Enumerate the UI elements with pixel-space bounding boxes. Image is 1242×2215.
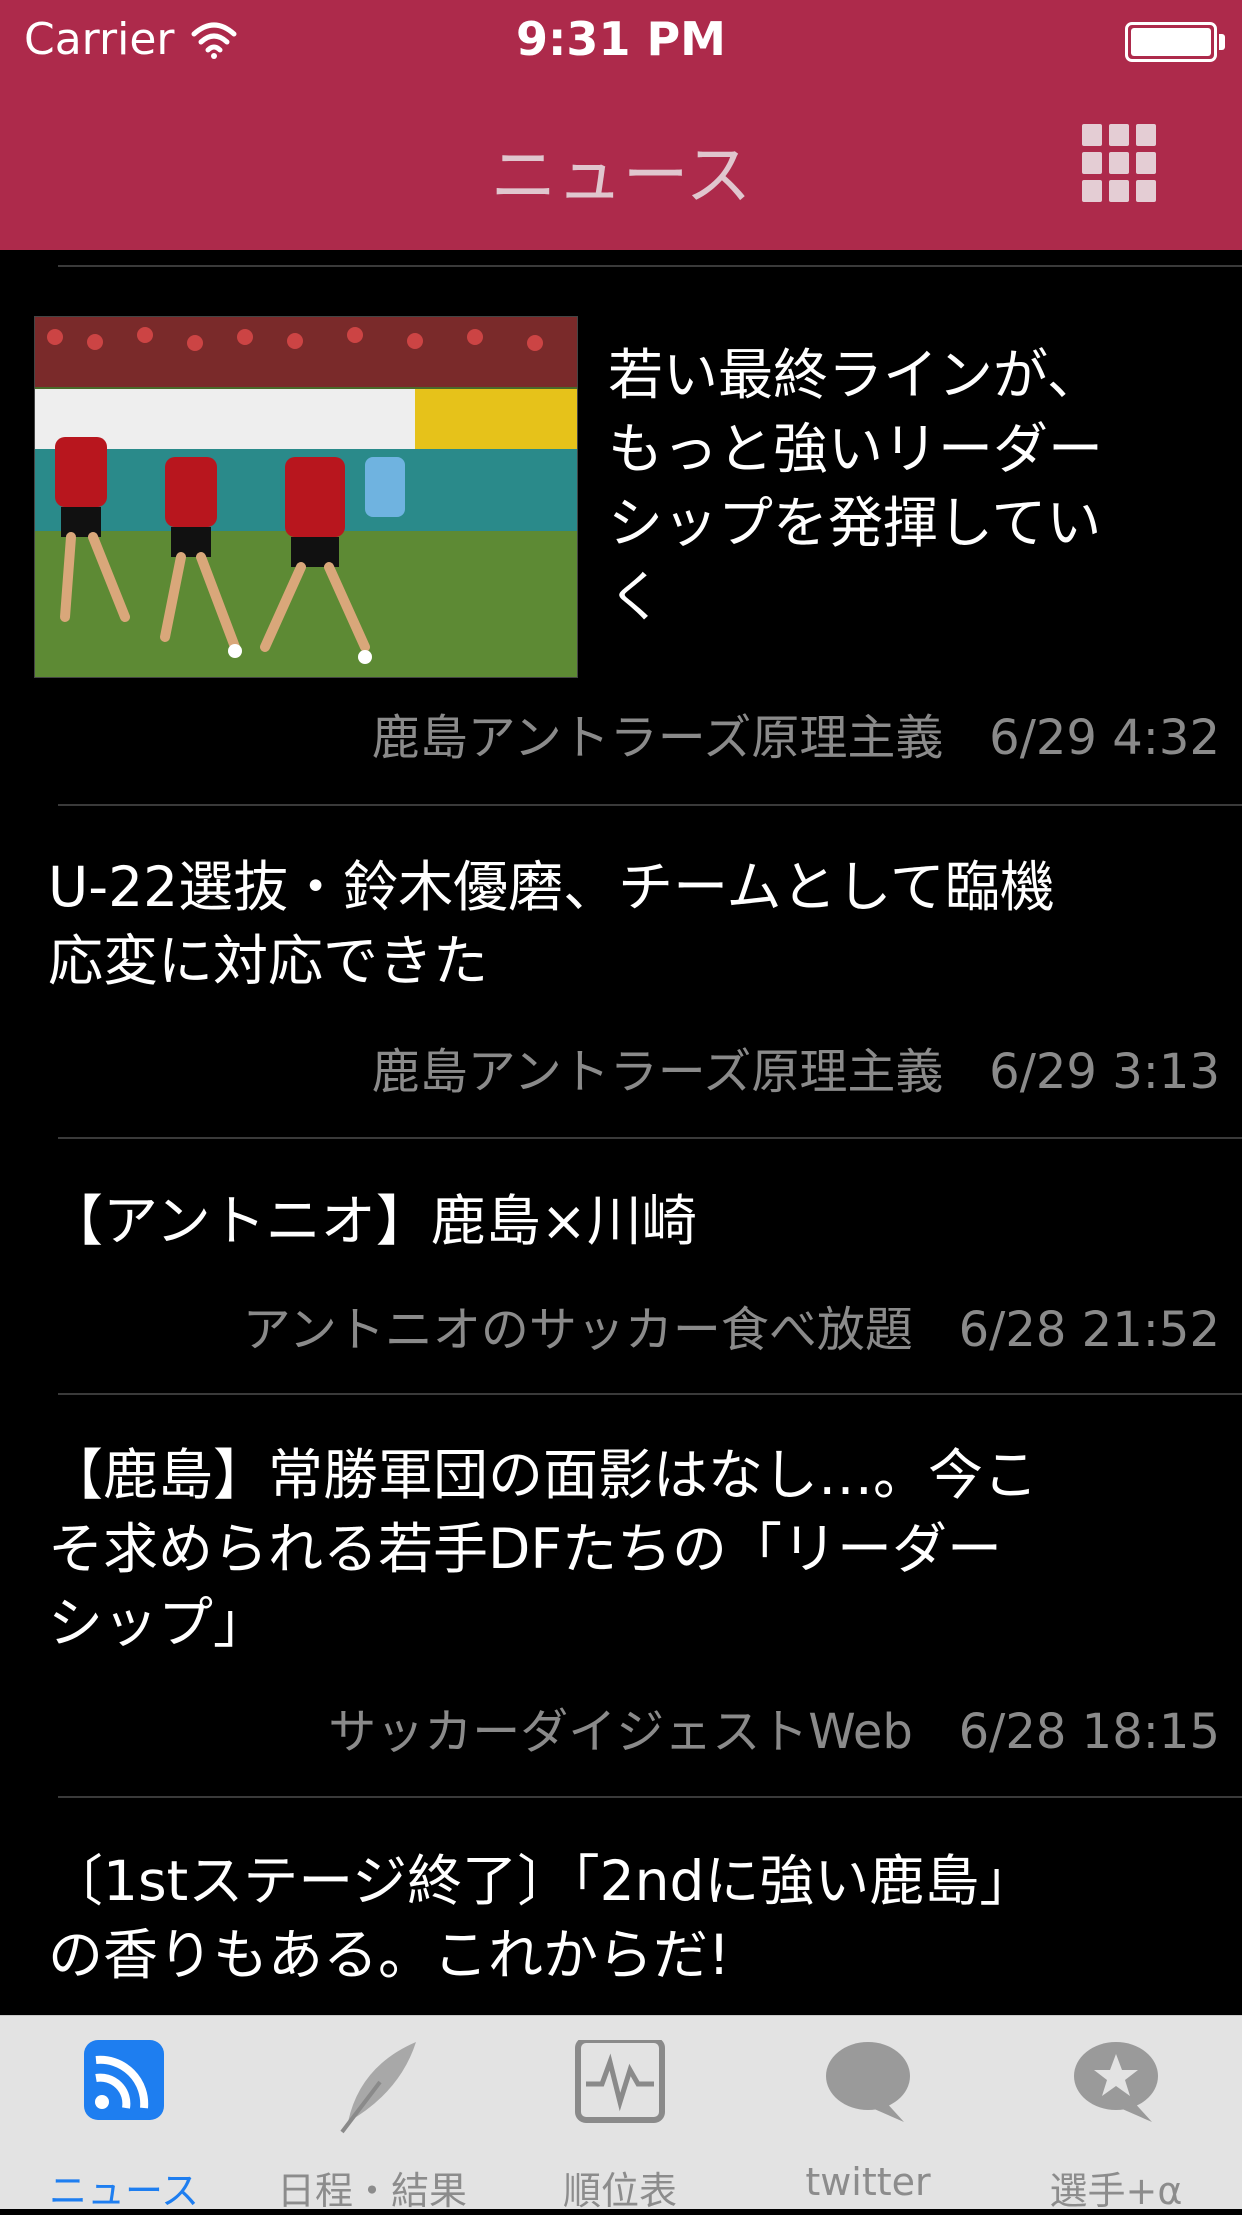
speech-bubble-icon (826, 2042, 910, 2122)
tab-twitter[interactable]: twitter (744, 2016, 992, 2209)
tab-news[interactable]: ニュース (0, 2016, 248, 2213)
article-title[interactable]: 【鹿島】常勝軍団の面影はなし…。今こ そ求められる若手DFたちの「リーダー シッ… (48, 1438, 1228, 1660)
soccer-photo (35, 317, 577, 677)
article-title[interactable]: 〔1stステージ終了〕「2ndに強い鹿島」 の香りもある。これからだ! (48, 1844, 1228, 1992)
article-date: 6/29 4:32 (989, 710, 1220, 766)
tab-players[interactable]: 選手+α (992, 2016, 1240, 2213)
navigation-header: Carrier 9:31 PM ニュース (0, 0, 1242, 250)
battery-tip (1219, 34, 1225, 50)
news-feed[interactable]: 若い最終ラインが、 もっと強いリーダー シップを発揮してい く 鹿島アントラーズ… (0, 250, 1242, 2015)
star-bubble-icon (1074, 2042, 1158, 2122)
tab-schedule[interactable]: 日程・結果 (248, 2016, 496, 2213)
article-date: 6/28 21:52 (958, 1302, 1220, 1358)
tab-standings[interactable]: 順位表 (496, 2016, 744, 2213)
tab-label: ニュース (48, 2169, 200, 2213)
article-title[interactable]: U-22選抜・鈴木優磨、チームとして臨機 応変に対応できた (48, 850, 1228, 998)
tab-label: twitter (805, 2160, 931, 2204)
article-meta: サッカーダイジェストWeb 6/28 18:15 (328, 1692, 1220, 1762)
chart-icon (575, 2040, 665, 2123)
divider (58, 1393, 1242, 1395)
article-source: サッカーダイジェストWeb (328, 1704, 913, 1760)
article-thumbnail (34, 316, 578, 678)
article-source: 鹿島アントラーズ原理主義 (371, 710, 944, 766)
article-source: アントニオのサッカー食べ放題 (242, 1302, 913, 1358)
article-meta: 鹿島アントラーズ原理主義 6/29 3:13 (372, 1032, 1220, 1102)
grid-icon[interactable] (1082, 124, 1158, 204)
feather-icon (340, 2042, 416, 2134)
divider (58, 265, 1242, 267)
article-meta: アントニオのサッカー食べ放題 6/28 21:52 (243, 1290, 1220, 1360)
article-title[interactable]: 【アントニオ】鹿島×川崎 (48, 1184, 1228, 1258)
article-meta: 鹿島アントラーズ原理主義 6/29 4:32 (372, 698, 1220, 768)
article-date: 6/28 18:15 (958, 1704, 1220, 1760)
divider (58, 1796, 1242, 1798)
divider (58, 804, 1242, 806)
battery-icon (1125, 22, 1217, 62)
divider (58, 1137, 1242, 1139)
tab-label: 順位表 (562, 2169, 677, 2213)
rss-icon (84, 2040, 164, 2120)
tab-label: 日程・結果 (276, 2169, 467, 2213)
status-time: 9:31 PM (516, 12, 726, 66)
article-date: 6/29 3:13 (989, 1044, 1220, 1100)
tab-bar: ニュース 日程・結果 順位表 twitter 選手+α (0, 2015, 1242, 2213)
article-title[interactable]: 若い最終ラインが、 もっと強いリーダー シップを発揮してい く (608, 338, 1208, 634)
tab-label: 選手+α (1049, 2169, 1183, 2213)
status-bar: Carrier 9:31 PM (0, 0, 1242, 84)
page-title: ニュース (490, 137, 752, 214)
article-source: 鹿島アントラーズ原理主義 (371, 1044, 944, 1100)
